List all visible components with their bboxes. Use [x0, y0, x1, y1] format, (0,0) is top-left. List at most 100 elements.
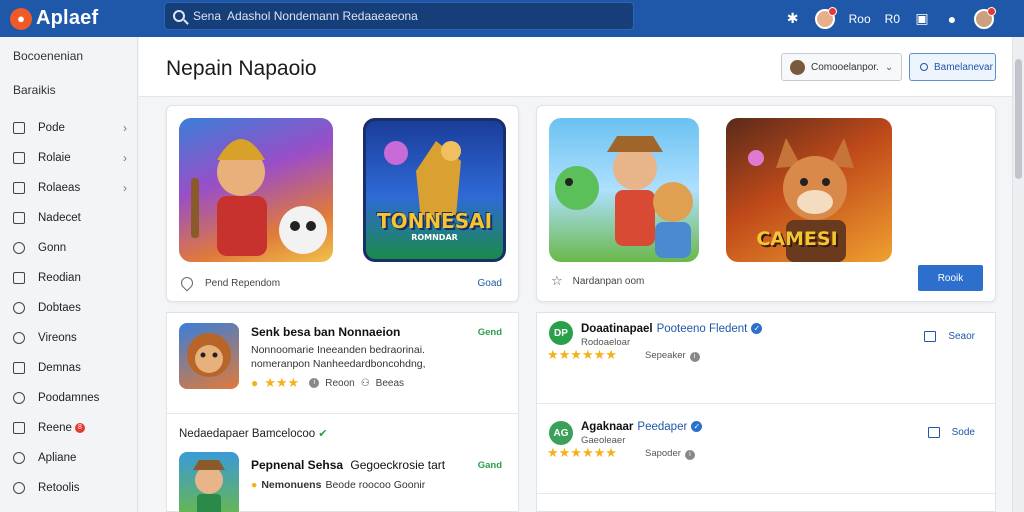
- adventurer-illustration: [193, 460, 225, 512]
- chevron-right-icon: ›: [123, 151, 127, 165]
- review-count-text: Sepeaker: [645, 350, 686, 361]
- sidebar-item-label: Dobtaes: [38, 302, 81, 314]
- sidebar-item-4[interactable]: Gonn: [0, 233, 137, 263]
- sidebar-heading-2[interactable]: Baraikis: [0, 73, 137, 107]
- chevron-right-icon: ›: [123, 121, 127, 135]
- footer-text: Nardanpan oom: [572, 275, 645, 287]
- developer-name[interactable]: Doaatinapael Pooteeno Fledent ✓: [581, 323, 763, 335]
- circle-icon: [13, 392, 25, 404]
- topbar-label-2[interactable]: R0: [885, 12, 900, 26]
- sidebar: Bocoenenian Baraikis Pode › Rolaie › Rol…: [0, 37, 138, 512]
- square-icon: [13, 122, 25, 134]
- sidebar-item-5[interactable]: Reodian: [0, 263, 137, 293]
- sidebar-item-1[interactable]: Rolaie ›: [0, 143, 137, 173]
- developer-row[interactable]: AG Agaknaar Peedaper ✓ Gaeoleaer ★★★★★★ Sa…: [537, 403, 995, 493]
- app-title[interactable]: Pepnenal Sehsa Gegoeckrosie tart: [251, 458, 445, 472]
- sidebar-item-9[interactable]: Poodamnes: [0, 383, 137, 413]
- sidebar-item-label: Retoolis: [38, 482, 80, 494]
- sidebar-heading-1[interactable]: Bocoenenian: [0, 39, 137, 73]
- sidebar-item-label: Gonn: [38, 242, 67, 254]
- game-art-hero[interactable]: [179, 118, 333, 262]
- sidebar-item-2[interactable]: Rolaeas ›: [0, 173, 137, 203]
- featured-card-left[interactable]: TONNESAI ROMNDAR Pend Rependom Goad: [166, 105, 519, 302]
- check-icon: ✔: [318, 428, 328, 440]
- developer-action-label: Seaor: [948, 331, 975, 342]
- circle-icon: [13, 302, 25, 314]
- sidebar-item-label: Vireons: [38, 332, 77, 344]
- header-action-button[interactable]: Bamelanevar: [909, 53, 996, 81]
- avatar[interactable]: [814, 6, 837, 29]
- app-thumbnail[interactable]: [179, 323, 239, 389]
- app-thumbnail[interactable]: [179, 452, 239, 512]
- developer-name[interactable]: Agaknaar Peedaper ✓: [581, 421, 703, 433]
- review-count: Sapoder i: [645, 448, 695, 460]
- sidebar-item-7[interactable]: Vireons: [0, 323, 137, 353]
- sidebar-item-label: Reene: [38, 422, 72, 434]
- sidebar-item-label: Apliane: [38, 452, 77, 464]
- sidebar-item-label: Reodian: [38, 272, 81, 284]
- app-description: ● Nemonuens Beode roocoo Goonir: [251, 478, 425, 492]
- developer-action[interactable]: Sode: [927, 427, 975, 438]
- scrollbar-thumb[interactable]: [1015, 59, 1022, 179]
- lion-illustration: [187, 333, 231, 377]
- page-title: Nepain Napaoio: [166, 57, 317, 80]
- sidebar-item-label: Rolaeas: [38, 182, 81, 194]
- profile-avatar[interactable]: [974, 6, 996, 29]
- square-icon: [13, 182, 25, 194]
- game-art-fox[interactable]: CAMESI: [726, 118, 892, 262]
- rating-stars: ★★★★★★: [547, 445, 617, 460]
- button-label: Rooik: [937, 272, 964, 284]
- circle-icon: [13, 482, 25, 494]
- vertical-scrollbar[interactable]: [1012, 37, 1024, 512]
- search-bar[interactable]: [164, 2, 634, 30]
- divider: [167, 413, 518, 414]
- featured-left-link[interactable]: Goad: [478, 278, 502, 289]
- sidebar-item-6[interactable]: Dobtaes: [0, 293, 137, 323]
- sidebar-item-12[interactable]: Retoolis: [0, 473, 137, 503]
- app-name: Aplaef: [36, 7, 99, 29]
- sidebar-item-11[interactable]: Apliane: [0, 443, 137, 473]
- topbar-label-1[interactable]: Roo: [849, 12, 871, 26]
- app-logo[interactable]: ● Aplaef: [10, 7, 160, 30]
- bell-icon[interactable]: ✱: [785, 10, 801, 27]
- search-input[interactable]: [193, 9, 613, 23]
- sidebar-item-10[interactable]: Reene 8: [0, 413, 137, 443]
- chevron-right-icon: ›: [123, 181, 127, 195]
- count-label: Beeas: [375, 377, 405, 389]
- user-icon[interactable]: ●: [944, 11, 960, 27]
- sidebar-item-0[interactable]: Pode ›: [0, 113, 137, 143]
- sidebar-item-label: Rolaie: [38, 152, 71, 164]
- square-icon: [13, 422, 25, 434]
- developer-name-text: Agaknaar: [581, 421, 634, 433]
- game-art-title[interactable]: TONNESAI ROMNDAR: [363, 118, 506, 262]
- dropdown-label: Comooelanpor.: [811, 61, 879, 73]
- sidebar-item-8[interactable]: Demnas: [0, 353, 137, 383]
- game-title-logo: CAMESI: [756, 228, 838, 250]
- square-icon: [13, 212, 25, 224]
- app-title[interactable]: Senk besa ban Nonnaeion: [251, 325, 400, 339]
- featured-right-button[interactable]: Rooik: [918, 265, 983, 291]
- rating-label: Reoon: [325, 377, 355, 389]
- doc-icon: [13, 272, 25, 284]
- section-label: Nedaedapaer Bamcelocoo ✔: [179, 427, 327, 440]
- game-art-cartoon[interactable]: [549, 118, 699, 262]
- list-item[interactable]: Pepnenal Sehsa Gegoeckrosie tart ● Nemon…: [167, 448, 518, 512]
- developer-logo: DP: [549, 321, 573, 345]
- profile-badge: [987, 6, 996, 16]
- developer-action-label: Sode: [951, 427, 975, 438]
- featured-card-right[interactable]: CAMESI ☆ Nardanpan oom Rooik: [536, 105, 996, 302]
- account-dropdown[interactable]: Comooelanpor. ⌄: [781, 53, 902, 81]
- developer-row[interactable]: DP Doaatinapael Pooteeno Fledent ✓ Rodoael…: [537, 313, 995, 403]
- cartoon-characters: [555, 136, 693, 258]
- message-icon: [927, 427, 940, 438]
- rating-stars: ★★★: [264, 375, 300, 390]
- emoji-icon: ●: [251, 376, 259, 390]
- developer-action[interactable]: Seaor: [924, 331, 975, 342]
- developer-list-panel: DP Doaatinapael Pooteeno Fledent ✓ Rodoael…: [536, 312, 996, 512]
- notification-badge: [827, 6, 837, 16]
- sidebar-item-3[interactable]: Nadecet: [0, 203, 137, 233]
- list-item[interactable]: Senk besa ban Nonnaeion Nonnoomarie Inee…: [167, 313, 518, 413]
- book-icon[interactable]: ▣: [914, 10, 930, 27]
- review-count: Sepeaker i: [645, 350, 700, 362]
- game-title-logo: TONNESAI: [376, 209, 493, 233]
